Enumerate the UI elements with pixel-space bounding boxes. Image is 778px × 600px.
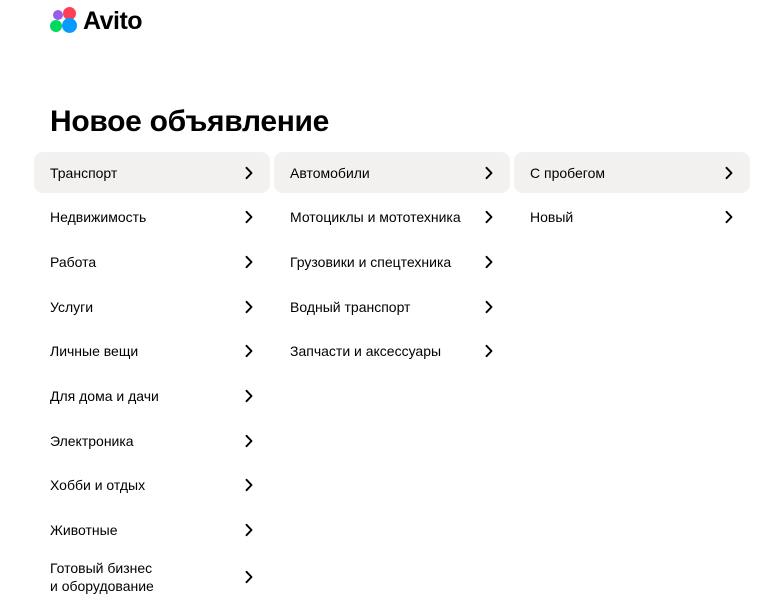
category-item[interactable]: Электроника [34, 420, 270, 461]
page-title: Новое объявление [50, 105, 330, 138]
chevron-right-icon [242, 255, 256, 269]
category-item-label: Новый [530, 209, 574, 226]
category-item-label: Водный транспорт [290, 298, 411, 315]
avito-logo-text: Avito [83, 6, 143, 35]
chevron-right-icon [242, 523, 256, 537]
chevron-right-icon [482, 166, 496, 180]
category-item[interactable]: С пробегом [514, 152, 750, 193]
category-item-label: Автомобили [290, 164, 370, 181]
avito-logo[interactable]: Avito [50, 5, 143, 37]
category-item[interactable]: Для дома и дачи [34, 375, 270, 416]
chevron-right-icon [482, 210, 496, 224]
category-item-label: Работа [50, 253, 97, 270]
category-column-level-2: Автомобили Мотоциклы и мототехника Грузови… [274, 152, 510, 375]
category-item-label: Недвижимость [50, 209, 147, 226]
category-item-label: Для дома и дачи [50, 387, 159, 404]
category-item[interactable]: Услуги [34, 286, 270, 327]
page: Avito Новое объявление Транспорт Недвижим… [0, 0, 778, 600]
chevron-right-icon [722, 166, 736, 180]
category-item[interactable]: Работа [34, 241, 270, 282]
category-item-label: С пробегом [530, 164, 606, 181]
category-item-label: Услуги [50, 298, 94, 315]
category-column-level-1: Транспорт Недвижимость Работа Услуги Личные … [34, 152, 270, 600]
chevron-right-icon [242, 570, 256, 584]
chevron-right-icon [242, 344, 256, 358]
category-item-label: Транспорт [50, 164, 118, 181]
chevron-right-icon [242, 166, 256, 180]
category-item-label: Животные [50, 522, 118, 538]
category-item-label: Запчасти и аксессуары [290, 343, 442, 360]
category-item[interactable]: Готовый бизнес и оборудование [34, 554, 270, 600]
chevron-right-icon [482, 344, 496, 358]
category-item[interactable]: Животные [34, 510, 270, 551]
category-item-label: Готовый бизнес и оборудование [50, 560, 154, 595]
chevron-right-icon [482, 300, 496, 314]
chevron-right-icon [242, 210, 256, 224]
category-item[interactable]: Водный транспорт [274, 286, 510, 327]
category-item[interactable]: Личные вещи [34, 331, 270, 372]
category-item-label: Личные вещи [50, 343, 139, 360]
avito-logo-icon [50, 7, 80, 35]
chevron-right-icon [242, 300, 256, 314]
category-item[interactable]: Грузовики и спецтехника [274, 241, 510, 282]
chevron-right-icon [722, 210, 736, 224]
category-item[interactable]: Недвижимость [34, 197, 270, 238]
category-item[interactable]: Автомобили [274, 152, 510, 193]
category-item[interactable]: Запчасти и аксессуары [274, 331, 510, 372]
category-item-label: Электроника [50, 432, 134, 449]
chevron-right-icon [482, 255, 496, 269]
category-item[interactable]: Хобби и отдых [34, 465, 270, 506]
category-item[interactable]: Транспорт [34, 152, 270, 193]
category-item[interactable]: Новый [514, 197, 750, 238]
category-item-label: Грузовики и спецтехника [290, 253, 452, 270]
chevron-right-icon [242, 434, 256, 448]
chevron-right-icon [242, 389, 256, 403]
category-column-level-3: С пробегом Новый [514, 152, 750, 241]
category-item[interactable]: Мотоциклы и мототехника [274, 197, 510, 238]
category-item-label: Хобби и отдых [50, 477, 146, 494]
chevron-right-icon [242, 478, 256, 492]
category-item-label: Мотоциклы и мототехника [290, 209, 461, 226]
